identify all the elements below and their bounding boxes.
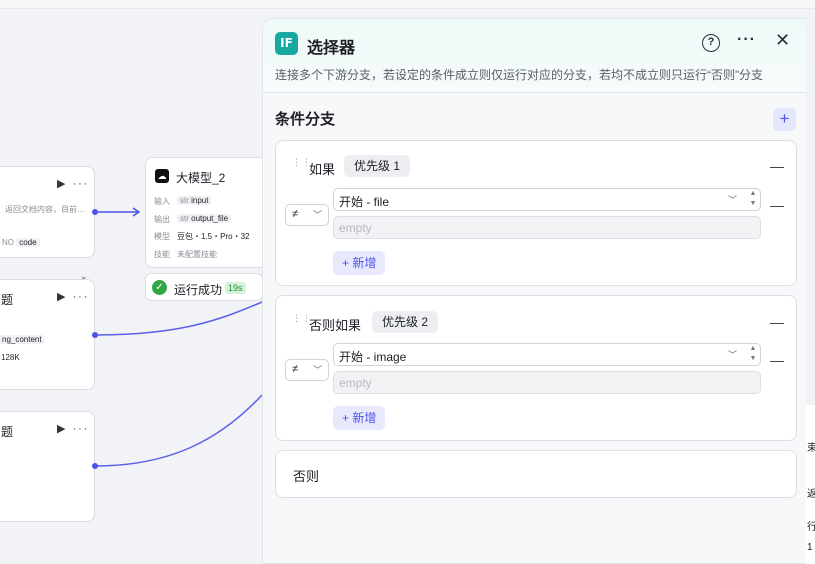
node-bottom-title: 题 bbox=[1, 425, 14, 439]
chevron-down-icon: ﹀ bbox=[728, 195, 738, 205]
llm-model-value: 豆包・1.5・Pro・32 bbox=[177, 232, 250, 241]
success-check-icon: ✓ bbox=[152, 280, 167, 295]
priority-badge: 优先级 2 bbox=[372, 311, 439, 333]
right-strip-text: 行 bbox=[807, 518, 815, 533]
right-strip-text: 束 bbox=[807, 439, 815, 454]
node-top-output-port[interactable] bbox=[92, 209, 98, 215]
close-icon[interactable]: ✕ bbox=[775, 30, 790, 51]
selector-config-panel: IF 选择器 ? ··· ✕ 连接多个下游分支，若设定的条件成立则仅运行对应的分… bbox=[262, 18, 806, 564]
remove-branch-button[interactable]: — bbox=[770, 158, 784, 174]
help-icon[interactable]: ? bbox=[702, 34, 720, 52]
more-options-icon[interactable]: ··· bbox=[737, 31, 756, 49]
remove-branch-button[interactable]: — bbox=[770, 314, 784, 330]
node-bottom-output-port[interactable] bbox=[92, 463, 98, 469]
variable-value: 开始 - image bbox=[339, 350, 407, 364]
node-mid-title: 题 bbox=[1, 293, 14, 307]
operator-value: ≠ bbox=[292, 208, 299, 220]
node-mid-size: 128K bbox=[1, 353, 20, 362]
llm-output-value: output_file bbox=[191, 214, 229, 223]
stepper-icon[interactable]: ▲ ▼ bbox=[747, 344, 759, 364]
branch-label: 否则如果 bbox=[309, 318, 362, 333]
drag-handle-icon[interactable]: ⋮⋮ bbox=[292, 158, 311, 172]
node-mid-field-row: ng_content bbox=[0, 335, 45, 344]
stepper-icon[interactable]: ▲ ▼ bbox=[747, 189, 759, 209]
condition-branch-card: ⋮⋮ 否则如果 优先级 2 — ≠ ﹀ 开始 - image ﹀ ▲ ▼ empt… bbox=[275, 295, 797, 441]
llm-input-row: str input bbox=[177, 196, 212, 205]
add-condition-button[interactable]: + 新增 bbox=[333, 251, 386, 275]
chevron-down-icon: ﹀ bbox=[313, 365, 323, 375]
drag-handle-icon[interactable]: ⋮⋮ bbox=[292, 314, 311, 328]
priority-badge: 优先级 1 bbox=[344, 155, 411, 177]
node-tag-row: NO code bbox=[2, 238, 40, 247]
workflow-node-bottom[interactable]: 题 ▶ ··· bbox=[0, 411, 95, 522]
node-description: 返回文档内容，目前… bbox=[5, 205, 85, 214]
llm-node[interactable]: ☁ 大模型_2 输入 str input 输出 str output_file … bbox=[145, 157, 270, 268]
condition-branch-card: ⋮⋮ 如果 优先级 1 — ≠ ﹀ 开始 - file ﹀ ▲ ▼ empty —… bbox=[275, 140, 797, 286]
add-condition-button[interactable]: + 新增 bbox=[333, 406, 386, 430]
wire-mid-to-selector bbox=[94, 301, 263, 336]
right-strip-text: 1 bbox=[807, 542, 813, 553]
llm-node-title: 大模型_2 bbox=[176, 171, 226, 185]
node-run-more[interactable]: ▶ ··· bbox=[57, 177, 90, 190]
compare-value-input[interactable]: empty bbox=[333, 371, 761, 394]
remove-condition-button[interactable]: — bbox=[770, 197, 784, 213]
add-branch-button[interactable]: + bbox=[773, 108, 796, 131]
operator-select[interactable]: ≠ ﹀ bbox=[285, 359, 329, 381]
llm-input-value: input bbox=[191, 196, 209, 205]
chevron-down-icon: ﹀ bbox=[728, 350, 738, 360]
else-branch-card: 否则 bbox=[275, 450, 797, 498]
run-status-text: 运行成功 bbox=[174, 283, 223, 297]
node-mid-run-more[interactable]: ▶ ··· bbox=[57, 290, 90, 303]
node-mid-output-port[interactable] bbox=[92, 332, 98, 338]
llm-skill-value: 未配置技能 bbox=[177, 250, 217, 259]
node-mid-field: ng_content bbox=[0, 335, 45, 344]
right-strip-text: 返 bbox=[807, 485, 815, 500]
remove-condition-button[interactable]: — bbox=[770, 352, 784, 368]
variable-select[interactable]: 开始 - image ﹀ ▲ ▼ bbox=[333, 343, 761, 366]
else-label: 否则 bbox=[293, 469, 320, 484]
llm-output-row: str output_file bbox=[177, 214, 232, 223]
chevron-down-icon: ﹀ bbox=[313, 210, 323, 220]
if-node-icon: IF bbox=[275, 32, 298, 55]
operator-value: ≠ bbox=[292, 363, 299, 375]
variable-select[interactable]: 开始 - file ﹀ ▲ ▼ bbox=[333, 188, 761, 211]
workflow-node-mid[interactable]: 题 ▶ ··· ng_content 128K bbox=[0, 279, 95, 390]
node-tag: code bbox=[16, 238, 40, 247]
variable-value: 开始 - file bbox=[339, 195, 390, 209]
wire-bottom-to-selector bbox=[94, 394, 263, 467]
branch-label: 如果 bbox=[309, 162, 336, 177]
node-bottom-run-more[interactable]: ▶ ··· bbox=[57, 422, 90, 435]
llm-model-key: 模型 bbox=[154, 232, 170, 241]
workflow-node-top[interactable]: ▶ ··· 返回文档内容，目前… NO code bbox=[0, 166, 95, 258]
panel-title: 选择器 bbox=[307, 40, 356, 57]
llm-model-icon: ☁ bbox=[155, 169, 169, 183]
llm-output-key: 输出 bbox=[154, 215, 170, 224]
run-time-badge: 19s bbox=[225, 282, 246, 294]
operator-select[interactable]: ≠ ﹀ bbox=[285, 204, 329, 226]
run-status-pill[interactable]: ✓ 运行成功 19s bbox=[145, 273, 263, 301]
right-partial-node[interactable]: 束 返 行 1 bbox=[805, 405, 815, 564]
panel-header: IF 选择器 ? ··· ✕ 连接多个下游分支，若设定的条件成立则仅运行对应的分… bbox=[263, 19, 806, 93]
compare-value-input[interactable]: empty bbox=[333, 216, 761, 239]
llm-skill-key: 技能 bbox=[154, 250, 170, 259]
section-title: 条件分支 bbox=[275, 111, 336, 128]
panel-description: 连接多个下游分支，若设定的条件成立则仅运行对应的分支，若均不成立则只运行“否则”… bbox=[275, 68, 763, 82]
llm-input-key: 输入 bbox=[154, 197, 170, 206]
